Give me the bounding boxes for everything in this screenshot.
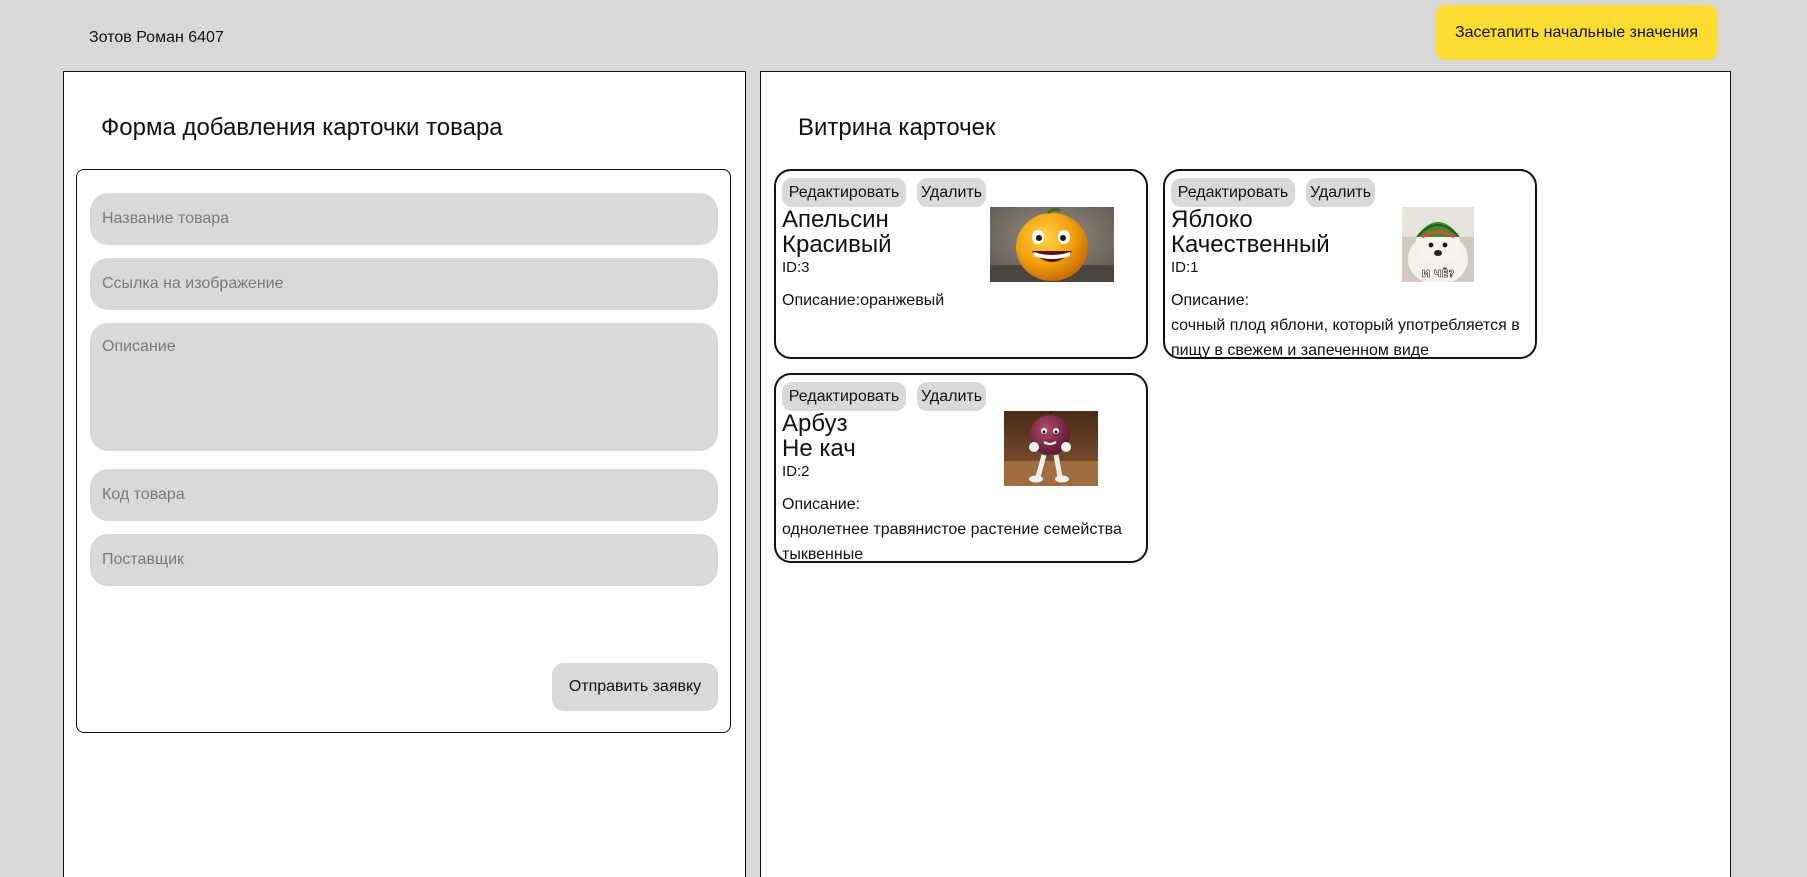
card-description: Описание:оранжевый bbox=[782, 288, 1142, 313]
card-name: Яблоко Качественный bbox=[1171, 207, 1330, 257]
delete-card-button[interactable]: Удалить bbox=[917, 382, 986, 411]
card-id: ID:3 bbox=[782, 259, 810, 276]
product-card: Редактировать Удалить Яблоко Качественны… bbox=[1163, 169, 1537, 359]
card-name: Арбуз Не кач bbox=[782, 411, 856, 461]
edit-card-button[interactable]: Редактировать bbox=[782, 178, 906, 207]
card-name-line: Арбуз bbox=[782, 410, 848, 437]
author-label: Зотов Роман 6407 bbox=[89, 29, 224, 46]
showcase-title: Витрина карточек bbox=[798, 114, 996, 141]
card-name: Апельсин Красивый bbox=[782, 207, 892, 257]
delete-card-button[interactable]: Удалить bbox=[917, 178, 986, 207]
product-card: Редактировать Удалить Арбуз Не кач ID:2 … bbox=[774, 373, 1148, 563]
card-description: Описание: сочный плод яблони, который уп… bbox=[1171, 288, 1531, 359]
card-id: ID:1 bbox=[1171, 259, 1199, 276]
top-header: Зотов Роман 6407 Засетапить начальные зн… bbox=[0, 0, 1807, 71]
reset-initial-values-button[interactable]: Засетапить начальные значения bbox=[1436, 5, 1717, 60]
description-label: Описание: bbox=[1171, 292, 1250, 309]
dog-watermelon-meme-image: И ЧЁ? bbox=[1402, 207, 1474, 282]
add-card-form-panel: Форма добавления карточки товара Отправи… bbox=[63, 71, 746, 877]
edit-card-button[interactable]: Редактировать bbox=[782, 382, 906, 411]
card-name-line: Яблоко bbox=[1171, 206, 1253, 233]
card-id: ID:2 bbox=[782, 463, 810, 480]
supplier-input[interactable] bbox=[90, 534, 718, 586]
card-name-line: Не кач bbox=[782, 435, 856, 462]
delete-card-button[interactable]: Удалить bbox=[1306, 178, 1375, 207]
card-description: Описание: однолетнее травянистое растени… bbox=[782, 492, 1142, 563]
description-label: Описание: bbox=[782, 292, 861, 309]
form-title: Форма добавления карточки товара bbox=[101, 114, 503, 141]
product-card: Редактировать Удалить Апельсин Красивый … bbox=[774, 169, 1148, 359]
product-code-input[interactable] bbox=[90, 469, 718, 521]
description-textarea[interactable] bbox=[90, 323, 718, 451]
edit-card-button[interactable]: Редактировать bbox=[1171, 178, 1295, 207]
card-name-line: Качественный bbox=[1171, 231, 1330, 258]
orange-meme-image bbox=[990, 207, 1114, 282]
description-label: Описание: bbox=[782, 496, 861, 513]
card-name-line: Апельсин bbox=[782, 206, 889, 233]
plum-character-image bbox=[1004, 411, 1098, 486]
showcase-panel: Витрина карточек Редактировать Удалить А… bbox=[760, 71, 1731, 877]
image-link-input[interactable] bbox=[90, 258, 718, 310]
card-name-line: Красивый bbox=[782, 231, 892, 258]
image-caption: И ЧЁ? bbox=[1422, 266, 1455, 280]
add-card-form: Отправить заявку bbox=[76, 169, 731, 733]
description-text: однолетнее травянистое растение семейств… bbox=[782, 521, 1122, 563]
submit-request-button[interactable]: Отправить заявку bbox=[552, 663, 718, 711]
description-text: сочный плод яблони, который употребляетс… bbox=[1171, 317, 1520, 359]
product-name-input[interactable] bbox=[90, 193, 718, 245]
description-text: оранжевый bbox=[860, 292, 945, 309]
